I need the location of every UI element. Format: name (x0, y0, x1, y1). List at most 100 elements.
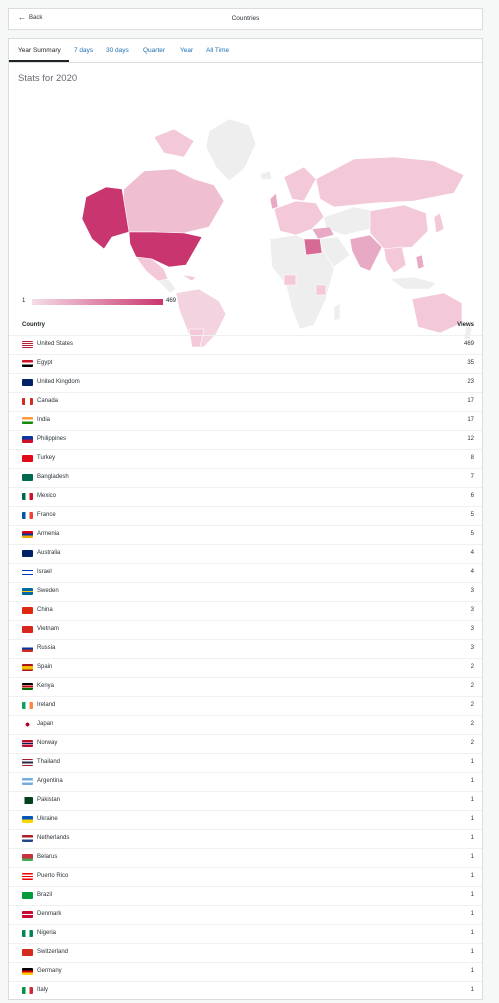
tab-30-days[interactable]: 30 days (106, 47, 129, 54)
table-row[interactable]: Denmark 1 (9, 905, 482, 924)
table-row[interactable]: India 17 (9, 411, 482, 430)
country-name: France (37, 512, 56, 518)
table-row[interactable]: Pakistan 1 (9, 791, 482, 810)
views-count: 2 (470, 721, 474, 727)
table-row[interactable]: Ireland 2 (9, 696, 482, 715)
table-row[interactable]: Switzerland 1 (9, 943, 482, 962)
table-row[interactable]: Nigeria 1 (9, 924, 482, 943)
table-row[interactable]: Mexico 6 (9, 487, 482, 506)
views-count: 1 (470, 854, 474, 860)
map-egypt (303, 238, 323, 256)
col-country-header: Country (22, 322, 45, 328)
views-count: 1 (470, 759, 474, 765)
country-name: Turkey (37, 455, 56, 461)
table-row[interactable]: Germany 1 (9, 962, 482, 981)
table-row[interactable]: Brazil 1 (9, 886, 482, 905)
legend-max-label: 469 (166, 298, 177, 304)
country-name: Kenya (37, 683, 55, 689)
table-row[interactable]: Australia 4 (9, 544, 482, 563)
table-row[interactable]: Japan 2 (9, 715, 482, 734)
map-uk (269, 192, 279, 210)
map-turkey (311, 226, 335, 240)
country-name: Nigeria (37, 930, 57, 936)
table-row[interactable]: Norway 2 (9, 734, 482, 753)
table-row[interactable]: United States 469 (9, 335, 482, 354)
table-row[interactable]: France 5 (9, 506, 482, 525)
map-nigeria (283, 274, 297, 286)
active-tab-indicator (9, 60, 69, 62)
map-indonesia (389, 276, 437, 290)
country-name: Bangladesh (37, 474, 69, 480)
table-row[interactable]: Vietnam 3 (9, 620, 482, 639)
map-kenya (315, 284, 327, 296)
map-philippines (415, 254, 425, 270)
tab-quarter[interactable]: Quarter (143, 47, 165, 54)
table-row[interactable]: Spain 2 (9, 658, 482, 677)
flag-ke-icon (22, 683, 33, 690)
views-count: 1 (470, 873, 474, 879)
flag-fr-icon (22, 512, 33, 519)
table-row[interactable]: Israel 4 (9, 563, 482, 582)
flag-no-icon (22, 740, 33, 747)
table-row[interactable]: Kenya 2 (9, 677, 482, 696)
flag-in-icon (22, 417, 33, 424)
table-row[interactable]: Ukraine 1 (9, 810, 482, 829)
views-count: 2 (470, 702, 474, 708)
world-map (81, 118, 473, 347)
views-count: 17 (467, 398, 474, 404)
table-row[interactable]: Bangladesh 7 (9, 468, 482, 487)
country-name: Argentina (37, 778, 63, 784)
views-count: 3 (470, 588, 474, 594)
table-row[interactable]: Thailand 1 (9, 753, 482, 772)
flag-br-icon (22, 892, 33, 899)
table-row[interactable]: Turkey 8 (9, 449, 482, 468)
table-row[interactable]: Italy 1 (9, 981, 482, 1000)
table-row[interactable]: Argentina 1 (9, 772, 482, 791)
map-iceland (259, 170, 273, 181)
header-bar: ← Back Countries (8, 8, 483, 30)
table-row[interactable]: Puerto Rico 1 (9, 867, 482, 886)
flag-ua-icon (22, 816, 33, 823)
flag-es-icon (22, 664, 33, 671)
table-row[interactable]: Russia 3 (9, 639, 482, 658)
table-row[interactable]: Netherlands 1 (9, 829, 482, 848)
flag-th-icon (22, 759, 33, 766)
country-name: Egypt (37, 360, 53, 366)
map-central-america (157, 278, 177, 294)
views-count: 4 (470, 550, 474, 556)
page-title: Countries (231, 15, 260, 22)
table-row[interactable]: United Kingdom 23 (9, 373, 482, 392)
views-count: 1 (470, 968, 474, 974)
country-name: Armenia (37, 531, 60, 537)
country-name: Canada (37, 398, 59, 404)
flag-gb-icon (22, 379, 33, 386)
country-name: Brazil (37, 892, 53, 898)
map-canada-islands (153, 128, 195, 158)
table-row[interactable]: Armenia 5 (9, 525, 482, 544)
tab-year[interactable]: Year (180, 47, 193, 54)
flag-pk-icon (22, 797, 33, 804)
flag-eg-icon (22, 360, 33, 367)
tab-7-days[interactable]: 7 days (74, 47, 93, 54)
views-count: 35 (467, 360, 474, 366)
flag-cn-icon (22, 607, 33, 614)
flag-ca-icon (22, 398, 33, 405)
country-name: India (37, 417, 51, 423)
flag-ie-icon (22, 702, 33, 709)
legend-min-label: 1 (22, 298, 26, 304)
flag-ch-icon (22, 949, 33, 956)
table-row[interactable]: Belarus 1 (9, 848, 482, 867)
table-row[interactable]: Sweden 3 (9, 582, 482, 601)
views-count: 7 (470, 474, 474, 480)
table-row[interactable]: China 3 (9, 601, 482, 620)
map-alaska (81, 186, 130, 250)
views-count: 1 (470, 930, 474, 936)
flag-ru-icon (22, 645, 33, 652)
table-row[interactable]: Egypt 35 (9, 354, 482, 373)
tab-year-summary[interactable]: Year Summary (18, 47, 61, 54)
flag-it-icon (22, 987, 33, 994)
flag-tr-icon (22, 455, 33, 462)
tab-all-time[interactable]: All Time (206, 47, 229, 54)
table-row[interactable]: Canada 17 (9, 392, 482, 411)
table-row[interactable]: Philippines 12 (9, 430, 482, 449)
